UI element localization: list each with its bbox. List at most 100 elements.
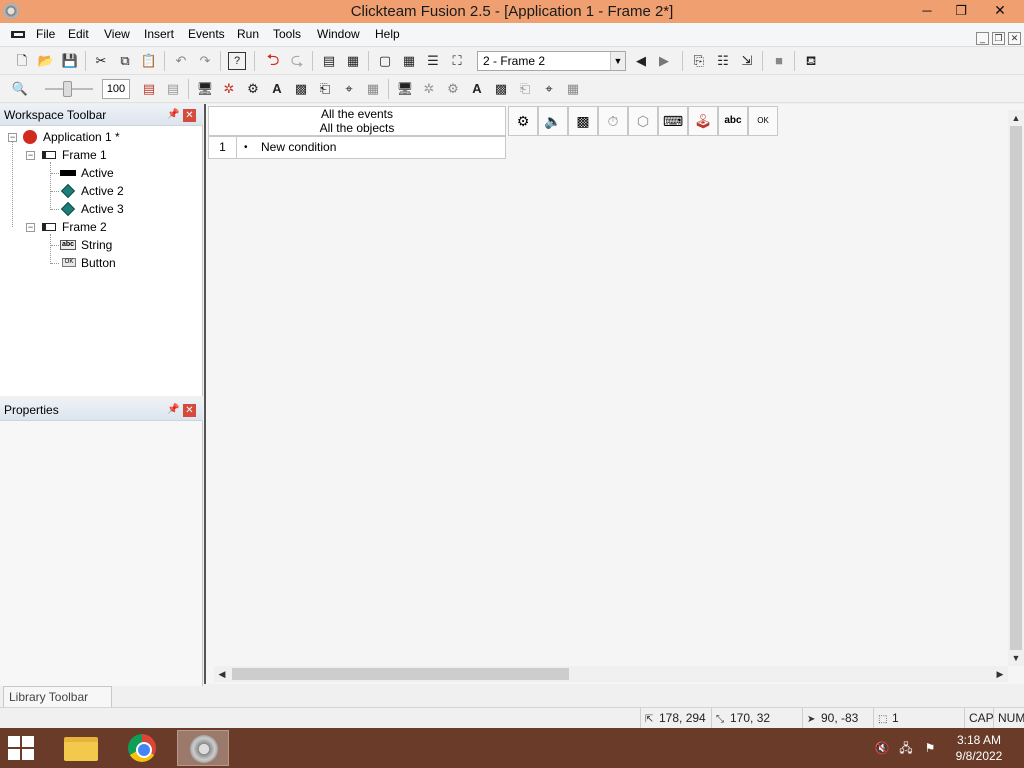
tree-toggle-application[interactable]: −: [8, 133, 17, 142]
next-frame-icon[interactable]: ▶: [655, 52, 673, 70]
keyboard-mouse-conditions-icon[interactable]: ⌨: [658, 106, 688, 136]
event-list-icon[interactable]: ▦: [344, 52, 362, 70]
button-conditions-icon[interactable]: OK: [748, 106, 778, 136]
event-list-gray-icon[interactable]: ▤: [164, 80, 182, 98]
insert-group-icon[interactable]: ⇲: [738, 52, 756, 70]
create-object-icon-2[interactable]: ⎗: [516, 80, 534, 98]
menu-edit[interactable]: Edit: [68, 27, 89, 41]
storyboard-object-icon-2[interactable]: ⚙: [444, 80, 462, 98]
chevron-left-icon[interactable]: ◀: [214, 666, 230, 682]
new-condition-label[interactable]: New condition: [261, 137, 336, 158]
tree-item-active-3[interactable]: Active 3: [81, 200, 124, 218]
string-object-icon[interactable]: A: [268, 80, 286, 98]
event-list-red-icon[interactable]: ▤: [140, 80, 158, 98]
pin-icon[interactable]: 📌: [167, 109, 179, 120]
chevron-down-icon[interactable]: ▼: [610, 52, 625, 70]
sound-object-icon[interactable]: ✲: [220, 80, 238, 98]
clickteam-taskbar-button[interactable]: [177, 730, 229, 766]
player-conditions-icon[interactable]: 🕹: [688, 106, 718, 136]
special-object-icon-2[interactable]: 🖥: [396, 80, 414, 98]
menu-file[interactable]: File: [36, 27, 55, 41]
tree-toggle-frame1[interactable]: −: [26, 151, 35, 160]
event-row[interactable]: 1 • New condition: [208, 136, 506, 159]
tree-toggle-frame2[interactable]: −: [26, 223, 35, 232]
mouse-object-icon-2[interactable]: ⌖: [540, 80, 558, 98]
create-conditions-icon[interactable]: ⬡: [628, 106, 658, 136]
redo-icon[interactable]: ↷: [196, 52, 214, 70]
library-toolbar-tab[interactable]: Library Toolbar: [3, 686, 112, 707]
event-list-editor-icon[interactable]: ☰: [424, 52, 442, 70]
storyboard-conditions-icon[interactable]: ▩: [568, 106, 598, 136]
frame-editor-icon[interactable]: ▢: [376, 52, 394, 70]
chevron-up-icon[interactable]: ▲: [1008, 110, 1024, 126]
tree-item-string[interactable]: String: [81, 236, 112, 254]
vertical-scroll-thumb[interactable]: [1010, 126, 1022, 650]
horizontal-scroll-thumb[interactable]: [232, 668, 569, 680]
sound-conditions-icon[interactable]: 🔈: [538, 106, 568, 136]
data-elements-icon[interactable]: ⛶: [448, 52, 466, 70]
previous-frame-icon[interactable]: ◀: [632, 52, 650, 70]
cut-icon[interactable]: ✂: [92, 52, 110, 70]
horizontal-scrollbar[interactable]: ◀ ▶: [214, 666, 1008, 682]
new-file-icon[interactable]: 🗋: [13, 52, 31, 70]
create-object-icon[interactable]: ⎗: [316, 80, 334, 98]
menu-window[interactable]: Window: [317, 27, 360, 41]
save-icon[interactable]: 💾: [61, 52, 79, 70]
windows-start-icon[interactable]: [8, 736, 36, 760]
run-frame-icon[interactable]: ⛾: [802, 52, 820, 70]
copy-icon[interactable]: ⧉: [116, 52, 134, 70]
menu-run[interactable]: Run: [237, 27, 259, 41]
menu-help[interactable]: Help: [375, 27, 400, 41]
file-explorer-taskbar-button[interactable]: [55, 730, 107, 766]
forward-gray-icon[interactable]: ⮎: [288, 52, 306, 70]
mdi-restore-button[interactable]: ❐: [992, 32, 1005, 45]
tree-item-button[interactable]: Button: [81, 254, 116, 272]
sound-object-icon-2[interactable]: ✲: [420, 80, 438, 98]
close-button[interactable]: ✕: [978, 0, 1022, 21]
open-folder-icon[interactable]: 📂: [37, 52, 55, 70]
storyboard-editor-icon[interactable]: ▤: [320, 52, 338, 70]
chevron-right-icon[interactable]: ▶: [992, 666, 1008, 682]
frame-selector[interactable]: 2 - Frame 2 ▼: [477, 51, 626, 71]
zoom-slider-thumb[interactable]: [63, 81, 72, 97]
document-menu-icon[interactable]: [11, 31, 25, 38]
taskbar-clock[interactable]: 3:18 AM 9/8/2022: [944, 732, 1014, 764]
special-object-icon[interactable]: 🖥: [196, 80, 214, 98]
volume-muted-icon[interactable]: 🔇: [874, 741, 890, 755]
stop-icon[interactable]: ■: [770, 52, 788, 70]
paste-icon[interactable]: 📋: [140, 52, 158, 70]
event-editor-icon[interactable]: ▦: [400, 52, 418, 70]
undo-icon[interactable]: ↶: [172, 52, 190, 70]
mdi-minimize-button[interactable]: _: [976, 32, 989, 45]
special-conditions-icon[interactable]: ⚙: [508, 106, 538, 136]
menu-insert[interactable]: Insert: [144, 27, 174, 41]
grid-object-icon-2[interactable]: ▦: [564, 80, 582, 98]
storyboard-object-icon[interactable]: ⚙: [244, 80, 262, 98]
string-object-icon-2[interactable]: A: [468, 80, 486, 98]
mdi-close-button[interactable]: ✕: [1008, 32, 1021, 45]
help-icon[interactable]: ?: [228, 52, 246, 70]
checker-object-icon[interactable]: ▩: [292, 80, 310, 98]
tree-item-active[interactable]: Active: [81, 164, 114, 182]
tree-item-frame1[interactable]: Frame 1: [62, 146, 107, 164]
insert-comment-icon[interactable]: ☷: [714, 52, 732, 70]
menu-view[interactable]: View: [104, 27, 130, 41]
checker-object-icon-2[interactable]: ▩: [492, 80, 510, 98]
event-list-header[interactable]: All the events All the objects: [208, 106, 506, 136]
timer-conditions-icon[interactable]: ⏱: [598, 106, 628, 136]
action-center-flag-icon[interactable]: ⚑: [922, 741, 938, 755]
zoom-icon[interactable]: 🔍: [11, 80, 29, 98]
close-icon[interactable]: ✕: [183, 109, 196, 122]
grid-object-icon[interactable]: ▦: [364, 80, 382, 98]
back-red-icon[interactable]: ⮌: [264, 52, 282, 70]
chrome-taskbar-button[interactable]: [116, 730, 168, 766]
pin-icon[interactable]: 📌: [167, 404, 179, 415]
zoom-input[interactable]: 100: [102, 79, 130, 99]
tree-item-active-2[interactable]: Active 2: [81, 182, 124, 200]
string-conditions-icon[interactable]: abc: [718, 106, 748, 136]
network-icon[interactable]: 🖧: [898, 741, 914, 755]
tree-item-frame2[interactable]: Frame 2: [62, 218, 107, 236]
menu-events[interactable]: Events: [188, 27, 225, 41]
mouse-object-icon[interactable]: ⌖: [340, 80, 358, 98]
close-icon[interactable]: ✕: [183, 404, 196, 417]
